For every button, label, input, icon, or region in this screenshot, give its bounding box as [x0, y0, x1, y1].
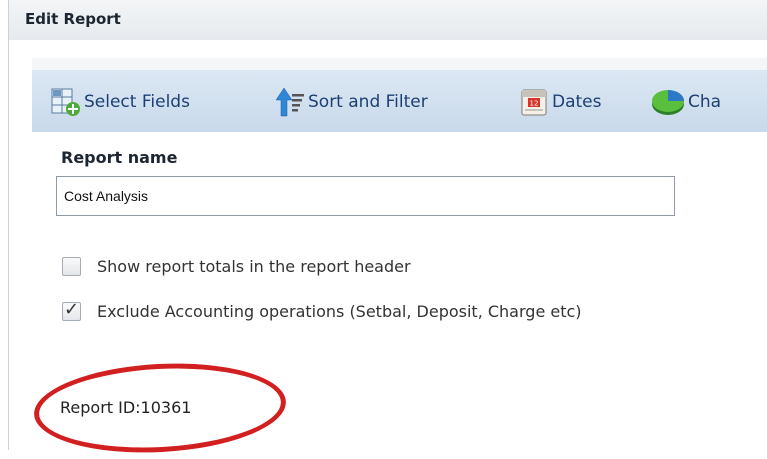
select-fields-icon: [50, 86, 82, 118]
svg-text:12: 12: [530, 100, 539, 108]
charts-button[interactable]: Cha: [650, 84, 721, 120]
exclude-accounting-checkbox[interactable]: ✓: [62, 299, 81, 321]
sort-and-filter-label: Sort and Filter: [308, 92, 428, 112]
dialog-title: Edit Report: [25, 10, 121, 28]
charts-label: Cha: [688, 92, 722, 112]
exclude-accounting-label: Exclude Accounting operations (Setbal, D…: [97, 302, 582, 321]
sort-filter-icon: [274, 86, 306, 118]
report-name-label: Report name: [61, 148, 178, 167]
show-totals-label: Show report totals in the report header: [97, 257, 411, 276]
dates-label: Dates: [552, 92, 602, 112]
dialog-left-border: [8, 0, 9, 450]
select-fields-label: Select Fields: [84, 92, 190, 112]
exclude-accounting-option[interactable]: ✓ Exclude Accounting operations (Setbal,…: [62, 299, 582, 321]
show-totals-option[interactable]: Show report totals in the report header: [62, 257, 411, 276]
dialog-title-bar: Edit Report: [9, 0, 767, 40]
chart-icon: [650, 86, 686, 118]
calendar-icon: 12: [518, 86, 550, 118]
show-totals-checkbox[interactable]: [62, 257, 81, 276]
sort-and-filter-button[interactable]: Sort and Filter: [274, 84, 428, 120]
report-toolbar: Select Fields Sort and Filter 12 Dates C…: [32, 70, 767, 133]
checkmark-icon: ✓: [64, 299, 80, 320]
report-name-input[interactable]: [56, 176, 675, 216]
select-fields-button[interactable]: Select Fields: [50, 84, 190, 120]
dates-button[interactable]: 12 Dates: [518, 84, 602, 120]
